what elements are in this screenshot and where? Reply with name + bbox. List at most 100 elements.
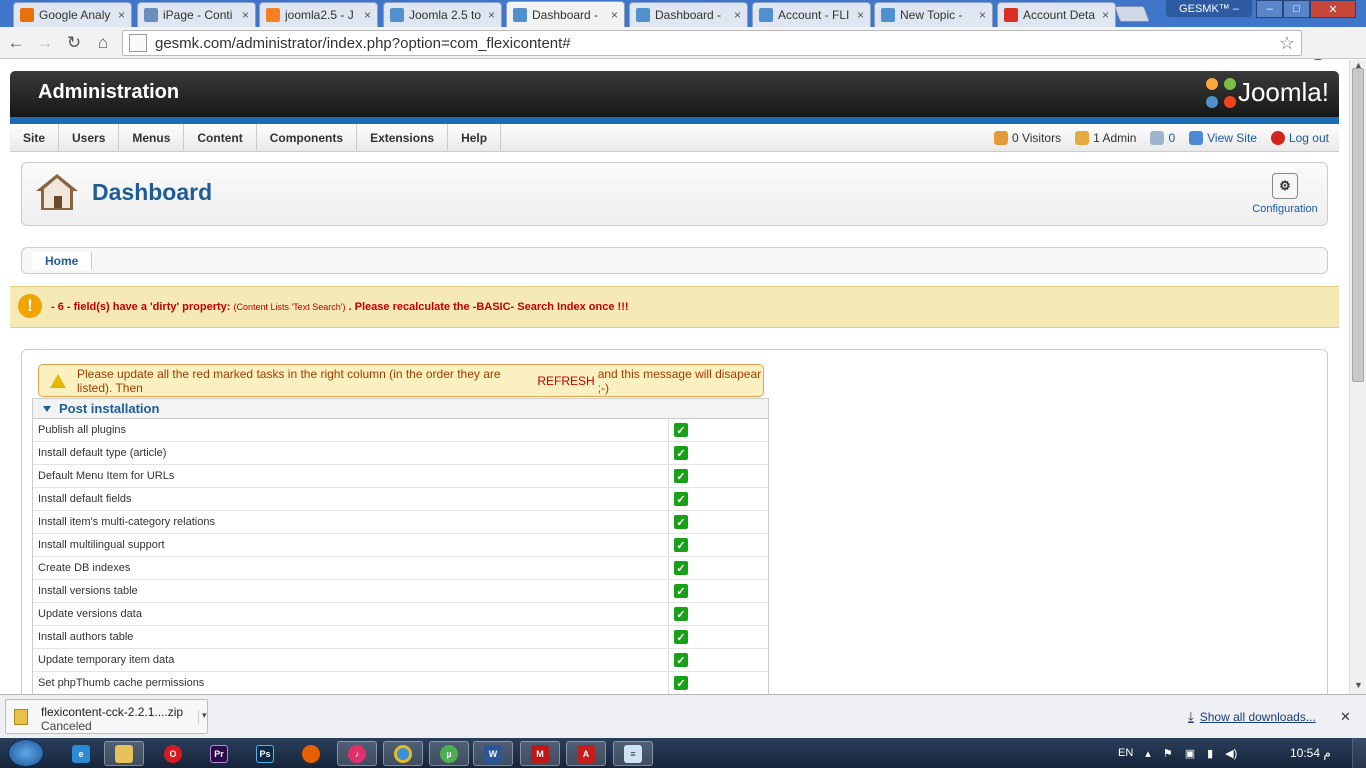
warning-text: - 6 - field(s) have a 'dirty' property: … xyxy=(51,301,629,313)
browser-tab[interactable]: Joomla 2.5 to × xyxy=(383,2,502,27)
view-site-label: View Site xyxy=(1207,131,1257,145)
browser-tab[interactable]: iPage - Conti × xyxy=(137,2,256,27)
windows-taskbar: e O Pr Ps ♪ µ W M A ≡ EN ▴ ⚑ ▣ ▮ ◀) 10:5… xyxy=(0,738,1366,768)
language-indicator[interactable]: EN xyxy=(1118,747,1133,759)
task-status-cell: ✓ xyxy=(669,534,768,556)
joomla-icon xyxy=(390,8,404,22)
logout-link[interactable]: Log out xyxy=(1270,131,1329,145)
address-bar[interactable]: gesmk.com/administrator/index.php?option… xyxy=(122,30,1302,56)
menu-item-help[interactable]: Help xyxy=(448,124,502,151)
green-check-icon: ✓ xyxy=(674,492,688,506)
menu-item-content[interactable]: Content xyxy=(184,124,257,151)
configuration-icon: ⚙ xyxy=(1272,173,1298,199)
close-window-button[interactable]: ✕ xyxy=(1310,0,1356,18)
menu-item-extensions[interactable]: Extensions xyxy=(357,124,449,151)
taskbar-itunes-icon[interactable]: ♪ xyxy=(337,741,377,766)
browser-tab[interactable]: Dashboard - × xyxy=(506,1,625,27)
taskbar-utorrent-icon[interactable]: µ xyxy=(429,741,469,766)
forward-arrow-icon: → xyxy=(36,32,54,52)
tab-title: iPage - Conti xyxy=(163,8,233,22)
tab-close-icon[interactable]: × xyxy=(979,8,986,22)
browser-tab[interactable]: Dashboard - × xyxy=(629,2,748,27)
forward-button[interactable]: → xyxy=(32,30,58,56)
scrollbar-thumb[interactable] xyxy=(1352,68,1364,382)
joomla-icon xyxy=(759,8,773,22)
start-button[interactable] xyxy=(8,739,44,767)
breadcrumb: Home xyxy=(21,247,1328,274)
volume-icon[interactable]: ◀) xyxy=(1225,747,1237,760)
close-shelf-icon[interactable]: ✕ xyxy=(1340,709,1351,725)
taskbar-explorer-icon[interactable] xyxy=(104,741,144,766)
tab-close-icon[interactable]: × xyxy=(857,8,864,22)
tab-close-icon[interactable]: × xyxy=(488,8,495,22)
view-site-icon xyxy=(1189,131,1204,145)
taskbar-word-icon[interactable]: W xyxy=(473,741,513,766)
tray-device-icon[interactable]: ▣ xyxy=(1185,747,1195,760)
taskbar-chrome-icon[interactable] xyxy=(383,741,423,766)
tray-expand-icon[interactable]: ▴ xyxy=(1145,747,1151,760)
browser-toolbar: ← → ↻ ⌂ gesmk.com/administrator/index.ph… xyxy=(0,27,1366,79)
table-row: Install authors table ✓ xyxy=(33,626,768,649)
browser-tab[interactable]: New Topic - × xyxy=(874,2,993,27)
browser-tab[interactable]: joomla2.5 - J × xyxy=(259,2,378,27)
taskbar-notepad-icon[interactable]: ≡ xyxy=(613,741,653,766)
browser-tab[interactable]: Google Analy × xyxy=(13,2,132,27)
browser-tab[interactable]: Account - FLI × xyxy=(752,2,871,27)
bookmark-star-icon[interactable]: ☆ xyxy=(1279,33,1295,54)
header-accent-bar xyxy=(10,117,1339,124)
maximize-button[interactable]: □ xyxy=(1283,0,1310,18)
taskbar-opera-icon[interactable]: O xyxy=(153,741,193,766)
window-controls: – □ ✕ xyxy=(1256,0,1356,18)
taskbar-firefox-icon[interactable] xyxy=(291,741,331,766)
task-status-cell: ✓ xyxy=(669,557,768,579)
browser-tab[interactable]: Account Deta × xyxy=(997,2,1116,27)
tab-close-icon[interactable]: × xyxy=(118,8,125,22)
green-check-icon: ✓ xyxy=(674,561,688,575)
tab-close-icon[interactable]: × xyxy=(1102,8,1109,22)
menu-item-components[interactable]: Components xyxy=(257,124,358,151)
taskbar-mcafee-icon[interactable]: M xyxy=(520,741,560,766)
breadcrumb-home[interactable]: Home xyxy=(32,252,93,270)
post-installation-header[interactable]: Post installation xyxy=(33,399,768,419)
taskbar-photoshop-icon[interactable]: Ps xyxy=(245,741,285,766)
show-desktop-button[interactable] xyxy=(1352,738,1366,768)
view-site-link[interactable]: View Site xyxy=(1189,131,1257,145)
tab-title: Joomla 2.5 to xyxy=(409,8,482,22)
download-menu-chevron-icon[interactable]: ▾ xyxy=(198,710,207,724)
messages-status[interactable]: 0 xyxy=(1150,131,1175,145)
reload-button[interactable]: ↻ xyxy=(61,30,87,56)
tab-close-icon[interactable]: × xyxy=(364,8,371,22)
url-text[interactable]: gesmk.com/administrator/index.php?option… xyxy=(155,35,571,52)
taskbar-premiere-icon[interactable]: Pr xyxy=(199,741,239,766)
menu-item-site[interactable]: Site xyxy=(10,124,60,151)
taskbar-ie-icon[interactable]: e xyxy=(61,741,101,766)
page-title: Dashboard xyxy=(92,179,213,205)
page-scrollbar[interactable]: ▲ ▼ xyxy=(1349,60,1366,694)
network-signal-icon[interactable]: ▮ xyxy=(1207,747,1213,760)
menu-item-menus[interactable]: Menus xyxy=(119,124,185,151)
tab-close-icon[interactable]: × xyxy=(734,8,741,22)
taskbar-acrobat-icon[interactable]: A xyxy=(566,741,606,766)
minimize-button[interactable]: – xyxy=(1256,0,1283,18)
task-status-cell: ✓ xyxy=(669,465,768,487)
show-all-downloads-link[interactable]: ⤓ Show all downloads... xyxy=(1188,709,1316,725)
green-check-icon: ✓ xyxy=(674,630,688,644)
menu-item-users[interactable]: Users xyxy=(59,124,120,151)
warning-text-main: - 6 - field(s) have a 'dirty' property: xyxy=(51,301,234,313)
tab-close-icon[interactable]: × xyxy=(611,8,618,22)
warning-icon: ! xyxy=(18,294,42,318)
configuration-button[interactable]: ⚙ Configuration xyxy=(1250,173,1320,215)
profile-button[interactable]: GESMK™ – xyxy=(1166,0,1252,17)
tab-close-icon[interactable]: × xyxy=(242,8,249,22)
analytics-icon xyxy=(20,8,34,22)
download-status: Canceled xyxy=(41,719,92,733)
scroll-down-icon[interactable]: ▼ xyxy=(1354,680,1363,690)
users-icon xyxy=(993,131,1008,145)
clock[interactable]: 10:54 م xyxy=(1290,746,1331,760)
download-item[interactable]: flexicontent-cck-2.2.1....zip Canceled ▾ xyxy=(5,699,208,734)
back-button[interactable]: ← xyxy=(3,30,29,56)
action-center-flag-icon[interactable]: ⚑ xyxy=(1163,747,1173,760)
admin-status: 1 Admin xyxy=(1075,131,1136,145)
home-button[interactable]: ⌂ xyxy=(90,30,116,56)
new-tab-button[interactable] xyxy=(1114,6,1150,22)
